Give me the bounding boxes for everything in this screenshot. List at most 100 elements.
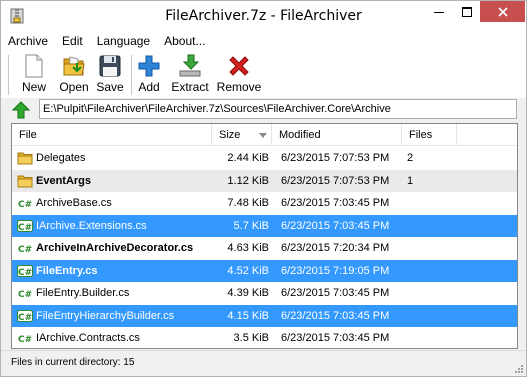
csharp-file-icon: C# — [17, 240, 33, 256]
folder-icon — [17, 150, 33, 166]
extract-icon — [179, 54, 201, 77]
file-modified: 6/23/2015 7:20:34 PM — [281, 242, 390, 254]
column-header-file[interactable]: File — [12, 124, 212, 146]
extract-label: Extract — [171, 80, 209, 94]
menu-edit[interactable]: Edit — [55, 31, 90, 51]
csharp-file-icon: C# — [17, 308, 33, 324]
file-count: 2 — [407, 152, 414, 164]
toolbar: New Open Save Add Extract Remove — [1, 51, 526, 98]
app-window: FileArchiver.7z - FileArchiver Archive E… — [0, 0, 527, 377]
folder-icon — [17, 173, 33, 189]
file-name: Delegates — [36, 152, 86, 164]
sort-descending-icon — [259, 133, 267, 138]
remove-x-icon — [229, 56, 249, 76]
plus-icon — [138, 55, 160, 77]
status-text: Files in current directory: 15 — [11, 357, 135, 368]
svg-text:C#: C# — [18, 223, 32, 233]
file-size: 4.39 KiB — [227, 287, 269, 299]
list-item[interactable]: Delegates 2.44 KiB 6/23/2015 7:07:53 PM 2 — [12, 147, 517, 170]
svg-text:C#: C# — [18, 200, 32, 210]
minimize-icon — [433, 11, 444, 13]
remove-label: Remove — [216, 80, 262, 94]
file-name: EventArgs — [36, 174, 92, 187]
new-label: New — [21, 80, 46, 94]
maximize-button[interactable] — [453, 1, 480, 22]
floppy-disk-icon — [99, 55, 121, 77]
menu-archive[interactable]: Archive — [1, 31, 55, 51]
new-file-icon — [25, 54, 43, 78]
csharp-file-icon: C# — [17, 218, 33, 234]
minimize-button[interactable] — [425, 1, 452, 22]
file-name: IArchive.Contracts.cs — [36, 332, 140, 344]
new-button[interactable]: New — [19, 53, 49, 97]
status-bar: Files in current directory: 15 — [1, 350, 526, 376]
add-label: Add — [138, 80, 160, 94]
toolbar-separator — [131, 55, 132, 95]
svg-text:C#: C# — [18, 245, 32, 255]
file-list[interactable]: File Size Modified Files Delegates 2.44 K… — [11, 123, 518, 349]
list-item[interactable]: C# ArchiveBase.cs 7.48 KiB 6/23/2015 7:03:4… — [12, 192, 517, 215]
list-item[interactable]: C# FileEntry.Builder.cs 4.39 KiB 6/23/2015 … — [12, 282, 517, 305]
title-bar[interactable]: FileArchiver.7z - FileArchiver — [1, 1, 526, 31]
file-size: 5.7 KiB — [233, 219, 269, 232]
list-rows: Delegates 2.44 KiB 6/23/2015 7:07:53 PM 2 Ev… — [12, 147, 517, 348]
menu-language[interactable]: Language — [90, 31, 157, 51]
save-label: Save — [96, 80, 124, 94]
file-name: FileEntry.cs — [36, 264, 98, 277]
csharp-file-icon: C# — [17, 195, 33, 211]
list-item[interactable]: EventArgs 1.12 KiB 6/23/2015 7:07:53 PM 1 — [12, 169, 517, 192]
column-header-files[interactable]: Files — [402, 124, 457, 146]
add-button[interactable]: Add — [135, 53, 163, 97]
list-item[interactable]: C# FileEntryHierarchyBuilder.cs 4.15 KiB 6/… — [12, 304, 517, 327]
open-folder-icon — [63, 56, 85, 76]
file-size: 3.5 KiB — [233, 332, 269, 344]
list-item[interactable]: C# IArchive.Contracts.cs 3.5 KiB 6/23/2015 … — [12, 327, 517, 348]
file-size: 4.63 KiB — [227, 242, 269, 254]
csharp-file-icon: C# — [17, 263, 33, 279]
svg-text:C#: C# — [18, 290, 32, 300]
file-name: FileEntryHierarchyBuilder.cs — [36, 309, 175, 322]
close-icon — [497, 6, 508, 17]
menu-about[interactable]: About... — [157, 31, 212, 51]
address-bar: E:\Pulpit\FileArchiver\FileArchiver.7z\S… — [1, 98, 526, 123]
file-modified: 6/23/2015 7:03:45 PM — [281, 332, 390, 344]
list-item[interactable]: C# ArchiveInArchiveDecorator.cs 4.63 KiB 6/… — [12, 237, 517, 260]
menu-bar: Archive Edit Language About... — [1, 31, 526, 51]
save-button[interactable]: Save — [95, 53, 125, 97]
file-modified: 6/23/2015 7:07:53 PM — [281, 174, 390, 187]
list-header: File Size Modified Files — [12, 124, 517, 146]
file-modified: 6/23/2015 7:19:05 PM — [281, 264, 390, 277]
file-name: FileEntry.Builder.cs — [36, 287, 130, 299]
path-input[interactable]: E:\Pulpit\FileArchiver\FileArchiver.7z\S… — [39, 99, 517, 119]
file-size: 4.52 KiB — [227, 264, 269, 277]
remove-button[interactable]: Remove — [215, 53, 263, 97]
list-item[interactable]: C# FileEntry.cs 4.52 KiB 6/23/2015 7:19:05 … — [12, 259, 517, 282]
svg-text:C#: C# — [18, 268, 32, 278]
extract-button[interactable]: Extract — [169, 53, 211, 97]
csharp-file-icon: C# — [17, 285, 33, 301]
open-button[interactable]: Open — [57, 53, 91, 97]
file-size: 2.44 KiB — [227, 152, 269, 164]
toolbar-grip — [8, 55, 9, 95]
svg-text:C#: C# — [18, 335, 32, 345]
resize-grip-icon[interactable] — [513, 363, 523, 373]
maximize-icon — [461, 6, 472, 17]
file-size: 7.48 KiB — [227, 197, 269, 209]
file-count: 1 — [407, 174, 414, 187]
up-arrow-icon[interactable] — [12, 101, 30, 119]
open-label: Open — [59, 80, 89, 94]
file-modified: 6/23/2015 7:03:45 PM — [281, 219, 390, 232]
file-modified: 6/23/2015 7:03:45 PM — [281, 197, 390, 209]
file-modified: 6/23/2015 7:03:45 PM — [281, 309, 390, 322]
file-name: ArchiveBase.cs — [36, 197, 112, 209]
close-button[interactable] — [480, 1, 525, 22]
column-header-modified[interactable]: Modified — [272, 124, 402, 146]
file-modified: 6/23/2015 7:03:45 PM — [281, 287, 390, 299]
file-name: IArchive.Extensions.cs — [36, 219, 147, 232]
svg-text:C#: C# — [18, 313, 32, 323]
file-size: 1.12 KiB — [227, 174, 269, 187]
file-modified: 6/23/2015 7:07:53 PM — [281, 152, 390, 164]
file-name: ArchiveInArchiveDecorator.cs — [36, 242, 194, 254]
csharp-file-icon: C# — [17, 330, 33, 346]
list-item[interactable]: C# IArchive.Extensions.cs 5.7 KiB 6/23/2015… — [12, 214, 517, 237]
